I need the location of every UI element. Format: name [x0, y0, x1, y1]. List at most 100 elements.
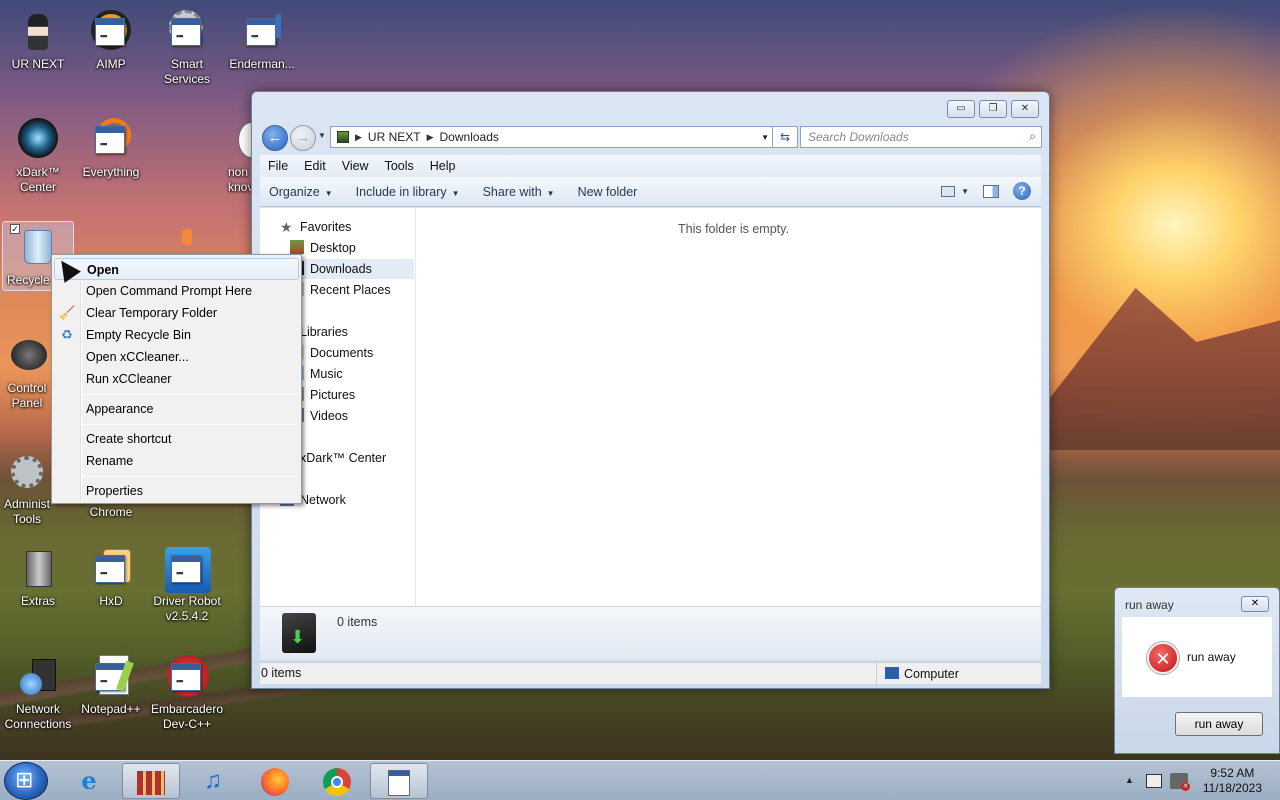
breadcrumb-ur-next[interactable]: UR NEXT — [368, 130, 421, 144]
start-button[interactable] — [4, 762, 48, 800]
search-input[interactable]: Search Downloads ⌕ — [800, 126, 1042, 148]
desktop-icon-administrative-tools[interactable]: Administ Tools — [0, 446, 54, 527]
desktop-icon-notepad-plus-plus[interactable]: Notepad++ — [73, 651, 149, 717]
desktop-icon-control-panel[interactable]: Control Panel — [0, 330, 54, 411]
menu-item-run-xccleaner[interactable]: Run xCCleaner — [54, 368, 299, 390]
run-away-button[interactable]: run away — [1175, 712, 1263, 736]
nav-label: Videos — [310, 409, 348, 423]
share-with-button[interactable]: Share with ▼ — [474, 185, 569, 199]
desktop-icon-everything[interactable]: Everything — [73, 114, 149, 180]
action-center-icon[interactable] — [1146, 774, 1162, 788]
driver-robot-icon — [165, 547, 211, 593]
status-item-count: 0 items — [261, 666, 302, 680]
dialog-close-button[interactable]: ✕ — [1241, 596, 1269, 612]
control-panel-icon — [5, 334, 49, 378]
menu-item-label: Create shortcut — [86, 432, 172, 446]
desktop-icon-label: non knov — [228, 165, 252, 194]
maximize-button[interactable]: ❐ — [979, 100, 1007, 118]
menu-item-appearance[interactable]: Appearance — [54, 398, 299, 420]
explorer-window[interactable]: ▭ ❐ ✕ ← → ▼ ▶ UR NEXT ▶ Downloads ▼ ⇆ Se… — [251, 91, 1050, 689]
menu-item-clear-temporary-folder[interactable]: 🧹 Clear Temporary Folder — [54, 302, 299, 324]
clock[interactable]: 9:52 AM 11/18/2023 — [1203, 766, 1262, 796]
desktop-icon-enderman[interactable]: Enderman... — [224, 6, 300, 72]
app-window-icon[interactable] — [370, 763, 428, 799]
recycle-bin-icon: ♻ — [61, 327, 73, 342]
address-bar[interactable]: ▶ UR NEXT ▶ Downloads ▼ — [330, 126, 776, 148]
desktop-icon-embarcadero-dev-cpp[interactable]: Embarcadero Dev-C++ — [149, 651, 225, 732]
nav-recent-places[interactable]: Recent Places — [290, 280, 391, 300]
address-dropdown-icon[interactable]: ▼ — [761, 133, 769, 142]
menu-item-empty-recycle-bin[interactable]: ♻ Empty Recycle Bin — [54, 324, 299, 346]
recent-pages-dropdown[interactable]: ▼ — [318, 131, 326, 140]
menu-item-rename[interactable]: Rename — [54, 450, 299, 472]
internet-explorer-icon[interactable]: e — [60, 763, 118, 799]
archive-app-icon[interactable] — [122, 763, 180, 799]
desktop-icon-ur-next[interactable]: UR NEXT — [0, 6, 76, 72]
desktop-icon-network-connections[interactable]: Network Connections — [0, 651, 76, 732]
nav-label: Music — [310, 367, 343, 381]
user-icon — [16, 10, 60, 54]
clock-date: 11/18/2023 — [1202, 781, 1262, 795]
menu-item-open-command-prompt[interactable]: Open Command Prompt Here — [54, 280, 299, 302]
desktop-icon-label: Network Connections — [4, 702, 72, 731]
star-icon: ★ — [280, 219, 293, 235]
menu-item-create-shortcut[interactable]: Create shortcut — [54, 428, 299, 450]
help-icon[interactable]: ? — [1013, 182, 1031, 200]
organize-button[interactable]: Organize ▼ — [260, 185, 347, 199]
desktop-icon-driver-robot[interactable]: Driver Robot v2.5.4.2 — [149, 543, 225, 624]
dialog-message: run away — [1187, 650, 1236, 664]
music-player-icon[interactable]: ♫ — [184, 763, 242, 799]
forward-button[interactable]: → — [290, 125, 316, 151]
desktop-icon-hxd[interactable]: HxD — [73, 543, 149, 609]
menu-item-open[interactable]: Open — [54, 258, 299, 280]
network-tray-icon[interactable]: ✕ — [1170, 773, 1190, 791]
menu-separator — [83, 476, 298, 477]
status-bar: 0 items Computer — [260, 662, 1041, 685]
menu-separator — [83, 424, 298, 425]
menu-item-properties[interactable]: Properties — [54, 480, 299, 502]
chrome-icon[interactable] — [308, 763, 366, 799]
app-window-icon — [232, 118, 252, 162]
menu-tools[interactable]: Tools — [377, 159, 422, 173]
desktop-icon-aimp[interactable]: AIMP — [73, 6, 149, 72]
firefox-icon[interactable] — [246, 763, 304, 799]
refresh-button[interactable]: ⇆ — [772, 126, 798, 148]
include-in-library-button[interactable]: Include in library ▼ — [347, 185, 474, 199]
run-away-dialog[interactable]: run away ✕ ✕ run away run away — [1114, 587, 1280, 754]
breadcrumb-downloads[interactable]: Downloads — [440, 130, 499, 144]
desktop-icon-non-knov[interactable]: non knov — [222, 114, 252, 195]
nav-documents[interactable]: Documents — [290, 343, 373, 363]
minimize-button[interactable]: ▭ — [947, 100, 975, 118]
window-controls: ▭ ❐ ✕ — [947, 100, 1039, 118]
preview-pane-button[interactable] — [983, 184, 999, 198]
desktop-icon-extras[interactable]: Extras — [0, 543, 76, 609]
address-row: ← → ▼ ▶ UR NEXT ▶ Downloads ▼ ⇆ Search D… — [260, 124, 1042, 151]
include-label: Include in library — [355, 184, 447, 199]
desktop-icon-label: Administ Tools — [3, 497, 50, 526]
desktop-icon-xdark-center[interactable]: xDark™ Center — [0, 114, 76, 195]
close-button[interactable]: ✕ — [1011, 100, 1039, 118]
search-icon[interactable]: ⌕ — [1029, 129, 1036, 144]
nav-label: Downloads — [310, 262, 372, 276]
desktop-icon-smart-services[interactable]: Smart Services — [149, 6, 225, 87]
menu-item-label: Open xCCleaner... — [86, 350, 189, 364]
menu-view[interactable]: View — [334, 159, 377, 173]
nav-favorites[interactable]: ★ Favorites — [280, 217, 351, 237]
change-view-button[interactable] — [941, 185, 956, 197]
desktop-icon-label: UR NEXT — [11, 57, 65, 71]
menu-item-open-xccleaner[interactable]: Open xCCleaner... — [54, 346, 299, 368]
back-button[interactable]: ← — [262, 125, 288, 151]
chevron-down-icon[interactable]: ▼ — [961, 187, 969, 196]
status-location-label: Computer — [904, 667, 959, 681]
aimp-icon — [89, 10, 133, 54]
new-folder-button[interactable]: New folder — [569, 185, 652, 199]
menu-bar: File Edit View Tools Help — [260, 155, 1041, 177]
xdark-icon — [16, 118, 60, 162]
nav-label: Pictures — [310, 388, 356, 402]
menu-help[interactable]: Help — [422, 159, 464, 173]
menu-edit[interactable]: Edit — [296, 159, 334, 173]
menu-file[interactable]: File — [260, 159, 296, 173]
nav-label: Recent Places — [310, 283, 391, 297]
show-hidden-icons-button[interactable]: ▲ — [1125, 775, 1134, 785]
nav-label: Libraries — [300, 325, 348, 339]
